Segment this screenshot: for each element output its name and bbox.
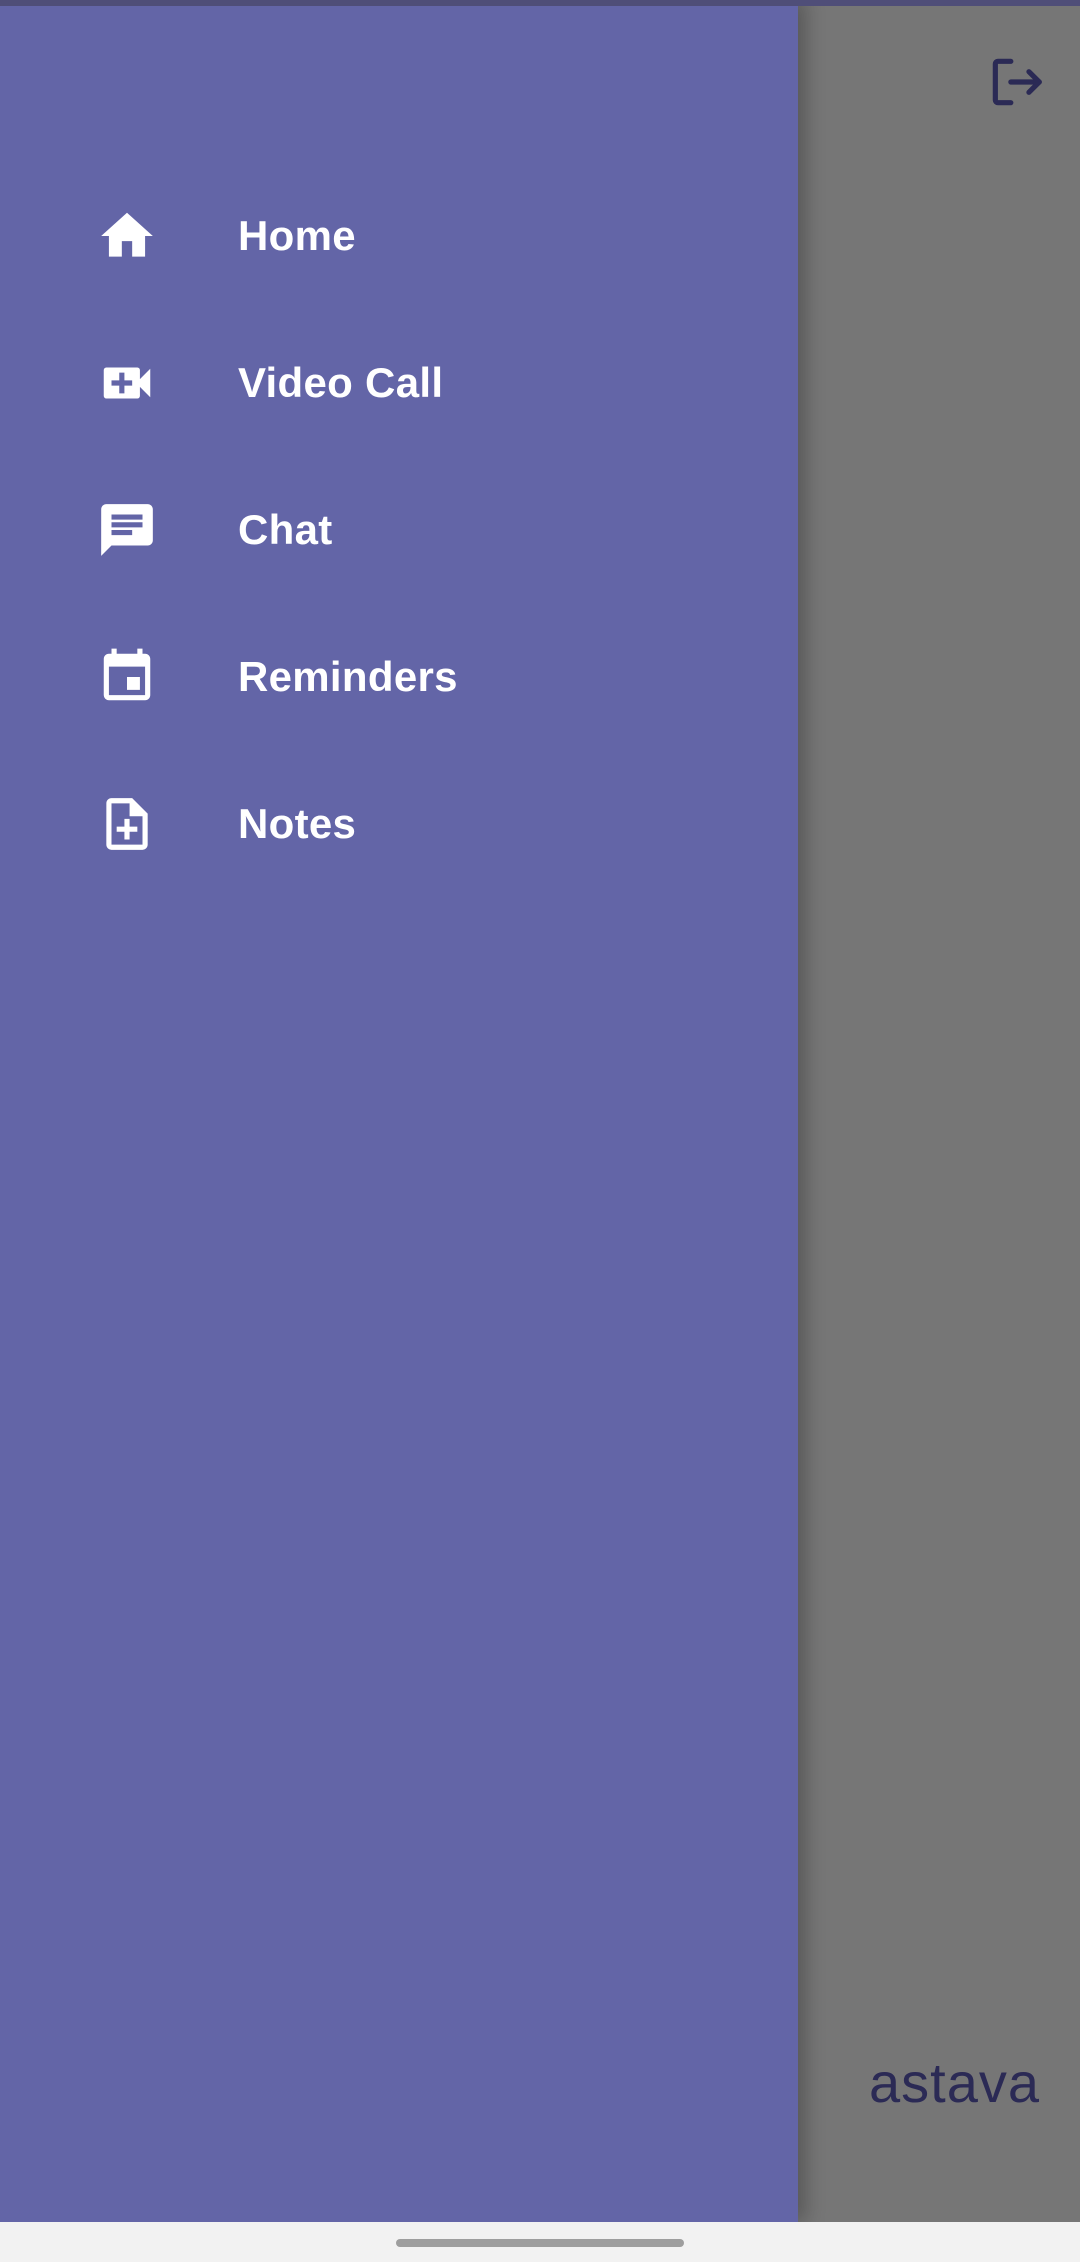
chat-icon	[96, 499, 158, 561]
note-add-icon	[96, 793, 158, 855]
drawer-item-reminders[interactable]: Reminders	[0, 603, 798, 750]
logout-icon	[985, 51, 1047, 118]
drawer-item-label: Home	[238, 211, 356, 259]
navigation-drawer: Home Video Call Chat Reminders Notes	[0, 0, 798, 2222]
logout-button[interactable]	[976, 44, 1056, 124]
drawer-item-label: Video Call	[238, 358, 444, 406]
video-call-icon	[96, 352, 158, 414]
drawer-menu-list: Home Video Call Chat Reminders Notes	[0, 162, 798, 897]
calendar-icon	[96, 646, 158, 708]
app-screen: astava Home Video Call Chat Reminders No…	[0, 0, 1080, 2262]
drawer-item-video-call[interactable]: Video Call	[0, 309, 798, 456]
drawer-item-label: Chat	[238, 505, 333, 553]
drawer-item-notes[interactable]: Notes	[0, 750, 798, 897]
drawer-item-label: Reminders	[238, 652, 458, 700]
status-bar-strip	[0, 0, 1080, 6]
drawer-item-chat[interactable]: Chat	[0, 456, 798, 603]
home-gesture-handle[interactable]	[396, 2239, 684, 2247]
drawer-item-home[interactable]: Home	[0, 162, 798, 309]
system-navigation-bar	[0, 2222, 1080, 2262]
home-icon	[96, 205, 158, 267]
drawer-item-label: Notes	[238, 799, 357, 847]
